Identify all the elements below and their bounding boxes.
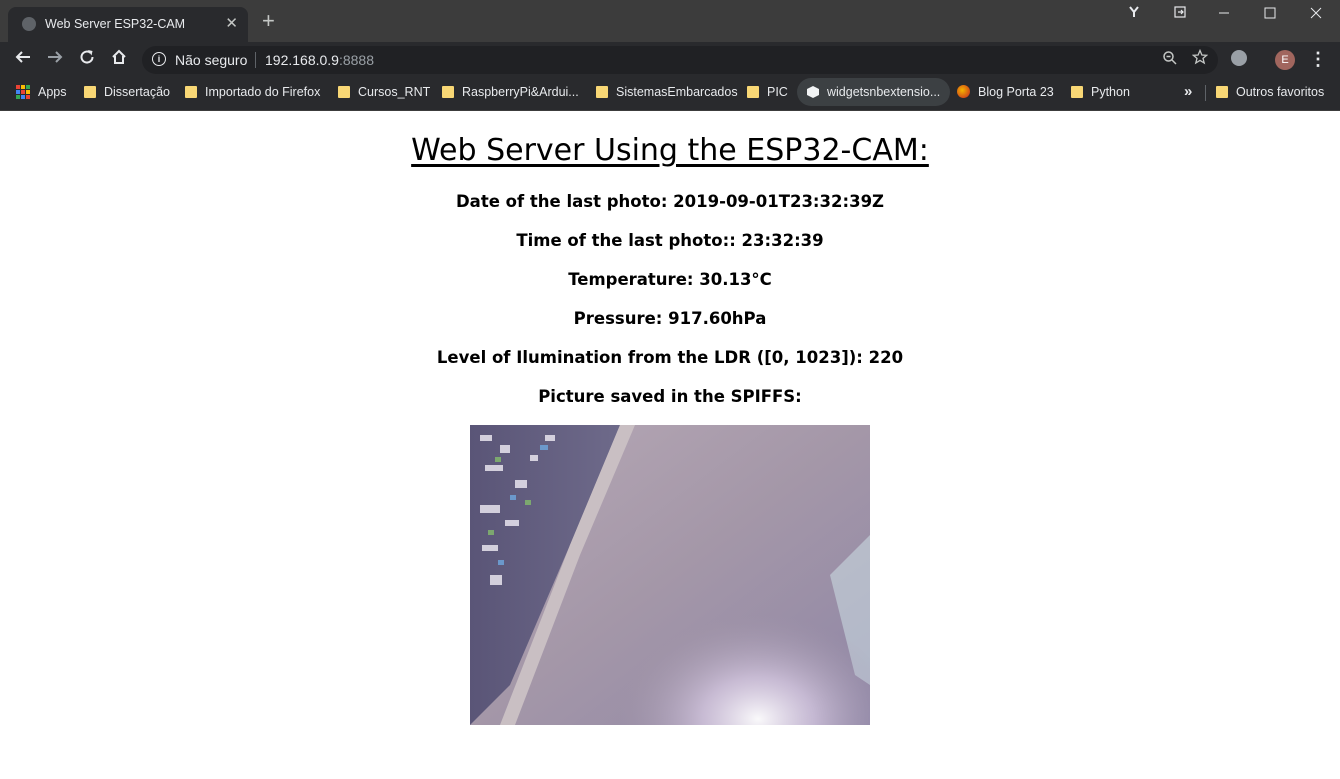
extension-icon[interactable] [1114, 4, 1154, 24]
bookmark-label: Outros favoritos [1236, 85, 1325, 99]
pressure-reading: Pressure: 917.60hPa [573, 309, 767, 328]
folder-icon [596, 86, 608, 98]
bookmark-label: Dissertação [104, 85, 170, 99]
folder-icon [1071, 86, 1083, 98]
globe-icon [22, 17, 36, 31]
url-text[interactable]: 192.168.0.9:8888 [265, 52, 374, 68]
apps-grid-icon [16, 85, 30, 99]
folder-icon [84, 86, 96, 98]
address-bar[interactable]: i Não seguro 192.168.0.9:8888 [142, 46, 1218, 74]
bookmarks-overflow-button[interactable]: » [1184, 78, 1192, 106]
bookmark-label: RaspberryPi&Ardui... [462, 85, 579, 99]
close-tab-icon[interactable]: ✕ [225, 15, 238, 33]
title-bar: Web Server ESP32-CAM ✕ + [0, 0, 1340, 42]
info-icon[interactable]: i [152, 52, 166, 66]
bookmark-label: Python [1091, 85, 1130, 99]
page-content: Web Server Using the ESP32-CAM: Date of … [0, 111, 1340, 779]
bookmark-cursos-rnt[interactable]: Cursos_RNT [338, 78, 430, 106]
new-tab-button[interactable]: + [262, 10, 275, 32]
star-icon[interactable] [1191, 48, 1209, 70]
bookmark-label: Blog Porta 23 [978, 85, 1054, 99]
folder-icon [442, 86, 454, 98]
page-title: Web Server Using the ESP32-CAM: [411, 133, 929, 168]
camera-photo [470, 425, 870, 725]
close-window-button[interactable] [1296, 4, 1336, 24]
folder-icon [185, 86, 197, 98]
url-host: 192.168.0.9 [265, 52, 339, 68]
bookmark-label: Apps [38, 85, 67, 99]
last-photo-date: Date of the last photo: 2019-09-01T23:32… [455, 192, 885, 211]
globe-icon [957, 85, 970, 98]
folder-icon [747, 86, 759, 98]
home-icon[interactable] [106, 48, 132, 72]
picture-caption: Picture saved in the SPIFFS: [538, 387, 802, 406]
last-photo-time: Time of the last photo:: 23:32:39 [516, 231, 824, 250]
cast-icon[interactable] [1160, 4, 1200, 24]
url-port: :8888 [338, 52, 375, 68]
maximize-button[interactable] [1250, 4, 1290, 24]
divider [255, 52, 256, 68]
bookmark-blog-porta-23[interactable]: Blog Porta 23 [957, 78, 1054, 106]
reload-icon[interactable] [74, 48, 100, 72]
bookmark-label: SistemasEmbarcados [616, 85, 738, 99]
cube-icon [807, 86, 819, 98]
browser-toolbar: i Não seguro 192.168.0.9:8888 E ⋮ [0, 42, 1340, 78]
bookmarks-bar: Apps Dissertação Importado do Firefox Cu… [0, 78, 1340, 111]
extension-bubble-icon[interactable] [1231, 50, 1247, 66]
folder-icon [338, 86, 350, 98]
bookmark-dissertacao[interactable]: Dissertação [84, 78, 170, 106]
bookmark-raspberrypi[interactable]: RaspberryPi&Ardui... [442, 78, 579, 106]
avatar[interactable]: E [1275, 50, 1295, 70]
bookmark-label: PIC [767, 85, 788, 99]
bookmark-label: Importado do Firefox [205, 85, 321, 99]
browser-tab[interactable]: Web Server ESP32-CAM ✕ [8, 7, 248, 42]
folder-icon [1216, 86, 1228, 98]
bookmark-label: widgetsnbextensio... [827, 85, 941, 99]
bookmark-importado-firefox[interactable]: Importado do Firefox [185, 78, 320, 106]
divider [1205, 85, 1206, 101]
bookmark-pic[interactable]: PIC [747, 78, 788, 106]
bookmark-label: Cursos_RNT [358, 85, 431, 99]
kebab-menu-icon[interactable]: ⋮ [1309, 49, 1327, 69]
bookmark-sistemas-embarcados[interactable]: SistemasEmbarcados [596, 78, 738, 106]
forward-arrow-icon[interactable] [42, 48, 68, 72]
zoom-icon[interactable] [1162, 50, 1178, 70]
bookmark-python[interactable]: Python [1071, 78, 1130, 106]
security-label[interactable]: Não seguro [175, 52, 247, 68]
light-level-reading: Level of Ilumination from the LDR ([0, 1… [436, 348, 904, 367]
temperature-reading: Temperature: 30.13°C [568, 270, 772, 289]
minimize-button[interactable] [1204, 4, 1244, 24]
tab-title: Web Server ESP32-CAM [45, 17, 186, 31]
back-arrow-icon[interactable] [10, 48, 36, 72]
bookmark-apps[interactable]: Apps [16, 78, 67, 106]
bookmark-widgetsnbextension[interactable]: widgetsnbextensio... [797, 78, 951, 106]
bookmark-outros-favoritos[interactable]: Outros favoritos [1216, 78, 1324, 106]
